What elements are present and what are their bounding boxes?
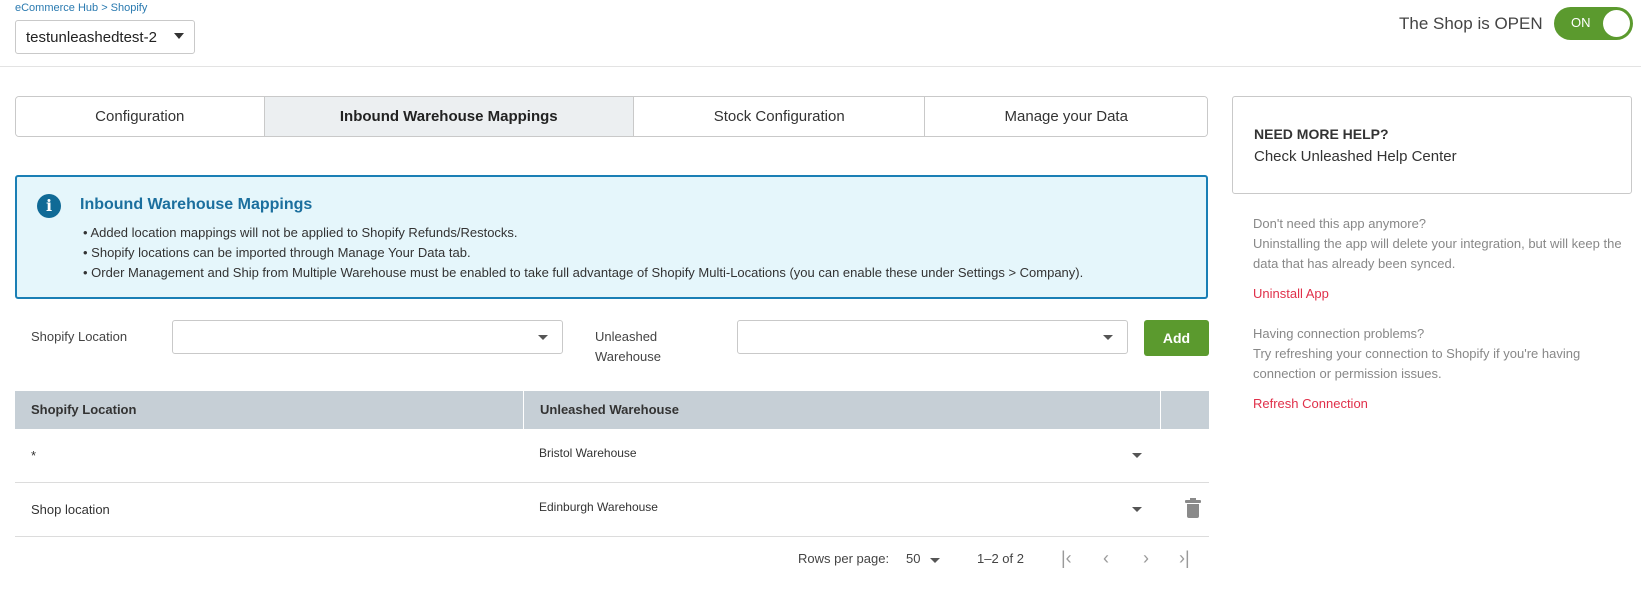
unleashed-warehouse-label: Unleashed Warehouse (595, 329, 661, 364)
info-line: • Order Management and Ship from Multipl… (83, 265, 1084, 280)
connection-heading: Having connection problems? (1253, 326, 1425, 341)
add-button[interactable]: Add (1144, 320, 1209, 356)
row-warehouse-select[interactable]: Edinburgh Warehouse (539, 497, 658, 517)
caret-down-icon (1103, 335, 1113, 340)
toggle-label: ON (1571, 15, 1591, 30)
column-divider (523, 391, 524, 429)
refresh-connection-link[interactable]: Refresh Connection (1253, 394, 1368, 414)
shop-status-text: The Shop is OPEN (1399, 14, 1543, 33)
tab-stock-configuration[interactable]: Stock Configuration (633, 97, 926, 136)
tab-manage-your-data[interactable]: Manage your Data (925, 97, 1207, 136)
first-page-icon[interactable]: |‹ (1061, 549, 1072, 567)
rows-per-page-label: Rows per page: (798, 551, 890, 566)
pagination: Rows per page: 50 1–2 of 2 |‹ ‹ › ›| (15, 540, 1209, 576)
uninstall-text: Uninstalling the app will delete your in… (1253, 236, 1622, 271)
caret-down-icon[interactable] (930, 558, 940, 563)
caret-down-icon (174, 33, 184, 39)
caret-down-icon[interactable] (1132, 507, 1142, 512)
uninstall-heading: Don't need this app anymore? (1253, 216, 1427, 231)
info-line: • Added location mappings will not be ap… (83, 225, 518, 240)
shopify-location-select[interactable] (172, 320, 563, 354)
caret-down-icon (538, 335, 548, 340)
table-header: Shopify Location Unleashed Warehouse (15, 391, 1209, 429)
info-icon: i (37, 194, 61, 218)
connection-text: Try refreshing your connection to Shopif… (1253, 346, 1581, 381)
help-card: NEED MORE HELP? Check Unleashed Help Cen… (1232, 96, 1632, 194)
delete-icon[interactable] (1185, 498, 1201, 518)
next-page-icon[interactable]: › (1143, 549, 1149, 567)
last-page-icon[interactable]: ›| (1179, 549, 1190, 567)
tab-bar: Configuration Inbound Warehouse Mappings… (15, 96, 1208, 137)
help-center-link[interactable]: Check Unleashed Help Center (1254, 148, 1457, 165)
info-title: Inbound Warehouse Mappings (80, 196, 313, 213)
store-name: testunleashedtest-2 (26, 28, 157, 46)
table-row: * Bristol Warehouse (15, 429, 1209, 483)
info-list: • Added location mappings will not be ap… (83, 223, 1083, 283)
shopify-location-label: Shopify Location (31, 329, 128, 344)
tab-configuration[interactable]: Configuration (16, 97, 265, 136)
help-title: NEED MORE HELP? (1254, 126, 1389, 142)
caret-down-icon[interactable] (1132, 453, 1142, 458)
info-line: • Shopify locations can be imported thro… (83, 245, 471, 260)
mappings-table: Shopify Location Unleashed Warehouse * B… (15, 391, 1209, 537)
shop-open-toggle[interactable]: ON (1554, 7, 1633, 40)
pagination-range: 1–2 of 2 (977, 551, 1024, 566)
info-panel: i Inbound Warehouse Mappings • Added loc… (15, 175, 1208, 299)
store-selector[interactable]: testunleashedtest-2 (15, 20, 195, 54)
table-row: Shop location Edinburgh Warehouse (15, 483, 1209, 537)
previous-page-icon[interactable]: ‹ (1103, 549, 1109, 567)
tab-inbound-warehouse-mappings[interactable]: Inbound Warehouse Mappings (264, 97, 634, 136)
top-bar: eCommerce Hub > Shopify testunleashedtes… (0, 0, 1641, 67)
breadcrumb[interactable]: eCommerce Hub > Shopify (15, 2, 147, 14)
column-header-shopify-location[interactable]: Shopify Location (31, 391, 136, 429)
rows-per-page-select[interactable]: 50 (906, 550, 920, 568)
column-header-unleashed-warehouse[interactable]: Unleashed Warehouse (540, 391, 679, 429)
uninstall-app-link[interactable]: Uninstall App (1253, 284, 1329, 304)
row-shopify-location: * (31, 448, 37, 463)
toggle-knob (1603, 10, 1630, 37)
row-warehouse-select[interactable]: Bristol Warehouse (539, 443, 637, 463)
row-shopify-location: Shop location (31, 502, 110, 517)
column-divider (1160, 391, 1161, 429)
unleashed-warehouse-select[interactable] (737, 320, 1128, 354)
